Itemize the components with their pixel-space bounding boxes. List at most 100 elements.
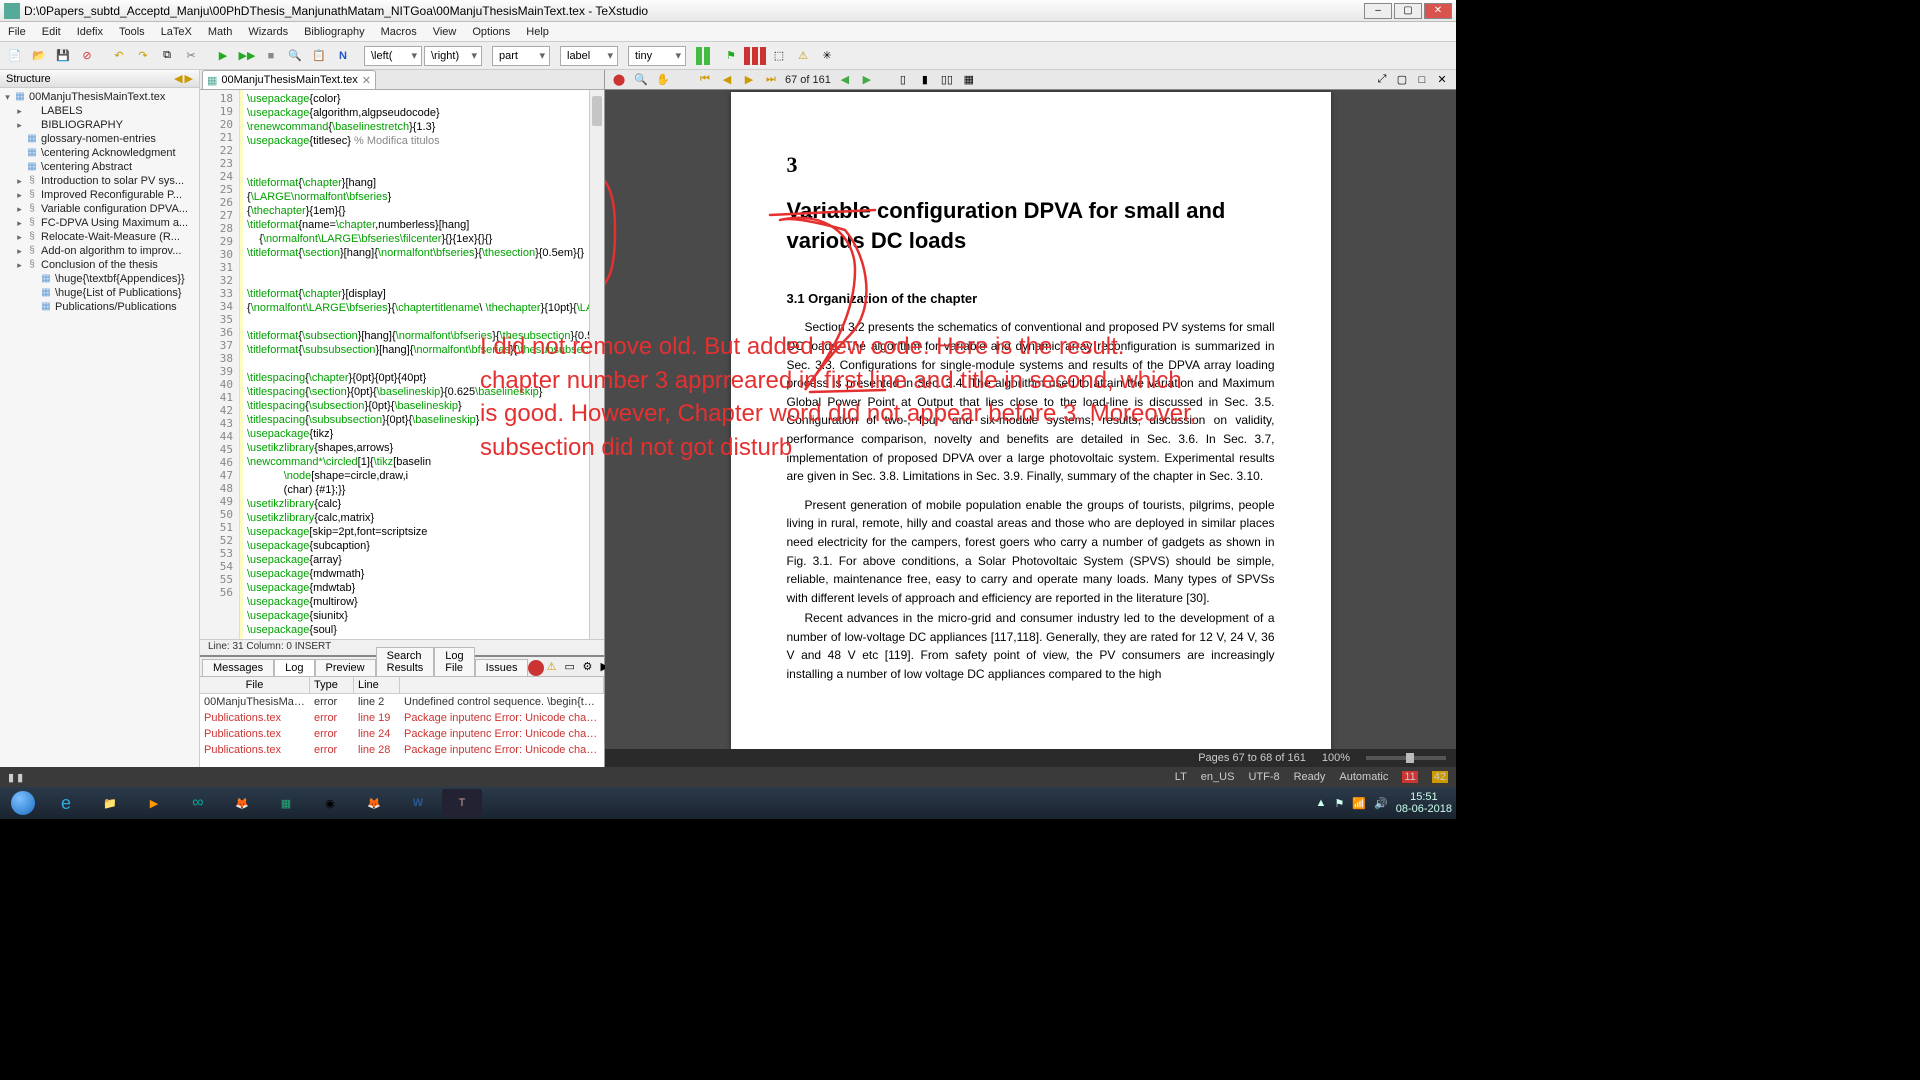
red2-button[interactable] — [752, 47, 758, 65]
viewer-next-icon[interactable]: ▶ — [741, 72, 757, 88]
tray-net-icon[interactable]: 📶 — [1352, 797, 1366, 810]
menu-macros[interactable]: Macros — [373, 24, 425, 40]
tray-up-icon[interactable]: ▲ — [1316, 797, 1327, 809]
log-row[interactable]: 00ManjuThesisMainText.bblerrorline 2Unde… — [200, 694, 604, 710]
pdf-page-area[interactable]: 3 Variable configuration DPVA for small … — [605, 90, 1456, 749]
close-file-button[interactable]: ⊘ — [76, 45, 98, 67]
start-button[interactable] — [4, 789, 42, 817]
log-row[interactable]: Publications.texerrorline 19Package inpu… — [200, 710, 604, 726]
system-tray[interactable]: ▲ ⚑ 📶 🔊 15:5108-06-2018 — [1316, 791, 1452, 815]
menu-tools[interactable]: Tools — [111, 24, 153, 40]
taskbar-arduino[interactable]: ∞ — [178, 789, 218, 817]
status-locale[interactable]: en_US — [1201, 771, 1235, 783]
tree-node[interactable]: ▸Improved Reconfigurable P... — [0, 188, 199, 202]
viewer-max-icon[interactable]: □ — [1414, 72, 1430, 88]
open-file-button[interactable]: 📂 — [28, 45, 50, 67]
tree-node[interactable]: ▸Relocate-Wait-Measure (R... — [0, 230, 199, 244]
tree-node[interactable]: ▸Add-on algorithm to improv... — [0, 244, 199, 258]
editor-scrollbar[interactable] — [589, 90, 604, 639]
new-file-button[interactable]: 📄 — [4, 45, 26, 67]
struct-next-icon[interactable]: ▶ — [185, 72, 193, 85]
close-button[interactable]: ✕ — [1424, 3, 1452, 19]
viewer-prev-icon[interactable]: ◀ — [719, 72, 735, 88]
tree-node[interactable]: \centering Abstract — [0, 160, 199, 174]
tree-node[interactable]: \huge{List of Publications} — [0, 286, 199, 300]
log-box-icon[interactable]: ▭ — [564, 660, 580, 676]
tree-node[interactable]: glossary-nomen-entries — [0, 132, 199, 146]
tree-node[interactable]: ▸Introduction to solar PV sys... — [0, 174, 199, 188]
viewer-sync-icon[interactable]: ⬤ — [611, 72, 627, 88]
log-tab-messages[interactable]: Messages — [202, 659, 274, 676]
menu-edit[interactable]: Edit — [34, 24, 69, 40]
build-view-button[interactable]: ▶▶ — [236, 45, 258, 67]
build-button[interactable]: ▶ — [212, 45, 234, 67]
maximize-button[interactable]: ▢ — [1394, 3, 1422, 19]
log-row[interactable]: Publications.texerrorline 28Package inpu… — [200, 742, 604, 758]
log-tab-log[interactable]: Log — [274, 659, 314, 676]
menu-help[interactable]: Help — [518, 24, 557, 40]
tray-clock[interactable]: 15:5108-06-2018 — [1396, 791, 1452, 815]
size-select[interactable]: tiny — [628, 46, 686, 66]
misc2-button[interactable]: ⚠ — [792, 45, 814, 67]
menu-bibliography[interactable]: Bibliography — [296, 24, 373, 40]
viewer-back-icon[interactable]: ◀ — [837, 72, 853, 88]
flag-button[interactable]: ⚑ — [720, 45, 742, 67]
tree-node[interactable]: ▸Variable configuration DPVA... — [0, 202, 199, 216]
viewer-single-icon[interactable]: ▯ — [895, 72, 911, 88]
viewer-fwd-icon[interactable]: ▶ — [859, 72, 875, 88]
redo-button[interactable]: ↷ — [132, 45, 154, 67]
taskbar-firefox2[interactable]: 🦊 — [354, 789, 394, 817]
misc1-button[interactable]: ⬚ — [768, 45, 790, 67]
viewer-cont-icon[interactable]: ▮ — [917, 72, 933, 88]
tree-node[interactable]: ▸BIBLIOGRAPHY — [0, 118, 199, 132]
file-tab[interactable]: ▦ 00ManjuThesisMainText.tex ✕ — [202, 70, 376, 89]
log-tab-issues[interactable]: Issues — [475, 659, 529, 676]
menu-view[interactable]: View — [425, 24, 465, 40]
tree-node[interactable]: \centering Acknowledgment — [0, 146, 199, 160]
red3-button[interactable] — [760, 47, 766, 65]
label-select[interactable]: label — [560, 46, 618, 66]
menu-file[interactable]: File — [0, 24, 34, 40]
status-auto[interactable]: Automatic — [1339, 771, 1388, 783]
tab-close-icon[interactable]: ✕ — [362, 74, 371, 87]
minimize-button[interactable]: – — [1364, 3, 1392, 19]
save-button[interactable]: 💾 — [52, 45, 74, 67]
view-pdf-button[interactable]: 🔍 — [284, 45, 306, 67]
taskbar-word[interactable]: W — [398, 789, 438, 817]
log-tab-search-results[interactable]: Search Results — [376, 647, 435, 676]
taskbar-ie[interactable]: e — [46, 789, 86, 817]
menu-math[interactable]: Math — [200, 24, 240, 40]
left-delim-select[interactable]: \left( — [364, 46, 422, 66]
status-enc[interactable]: UTF-8 — [1248, 771, 1279, 783]
viewer-first-icon[interactable]: ⏮ — [697, 72, 713, 88]
menu-idefix[interactable]: Idefix — [69, 24, 111, 40]
log-gear-icon[interactable]: ⚙ — [582, 660, 598, 676]
log-row[interactable]: Publications.texerrorline 24Package inpu… — [200, 726, 604, 742]
tree-node[interactable]: Publications/Publications — [0, 300, 199, 314]
copy-button[interactable]: ⧉ — [156, 45, 178, 67]
tray-vol-icon[interactable]: 🔊 — [1374, 797, 1388, 810]
tree-node[interactable]: ▸FC-DPVA Using Maximum a... — [0, 216, 199, 230]
taskbar-texstudio[interactable]: T — [442, 789, 482, 817]
log-tab-preview[interactable]: Preview — [315, 659, 376, 676]
struct-prev-icon[interactable]: ◀ — [174, 72, 182, 85]
tree-node[interactable]: ▾00ManjuThesisMainText.tex — [0, 90, 199, 104]
taskbar-excel[interactable]: ▦ — [266, 789, 306, 817]
undo-button[interactable]: ↶ — [108, 45, 130, 67]
taskbar-firefox1[interactable]: 🦊 — [222, 789, 262, 817]
viewer-close-icon[interactable]: ✕ — [1434, 72, 1450, 88]
menu-latex[interactable]: LaTeX — [153, 24, 200, 40]
tray-flag-icon[interactable]: ⚑ — [1334, 797, 1344, 810]
code-editor[interactable]: \usepackage{color} \usepackage{algorithm… — [243, 90, 604, 639]
taskbar-media[interactable]: ▶ — [134, 789, 174, 817]
viewer-windowed-icon[interactable]: ▢ — [1394, 72, 1410, 88]
right-delim-select[interactable]: \right) — [424, 46, 482, 66]
cut-button[interactable]: ✂ — [180, 45, 202, 67]
tree-node[interactable]: \huge{\textbf{Appendices}} — [0, 272, 199, 286]
part-select[interactable]: part — [492, 46, 550, 66]
log-rows[interactable]: 00ManjuThesisMainText.bblerrorline 2Unde… — [200, 694, 604, 758]
menu-wizards[interactable]: Wizards — [240, 24, 296, 40]
taskbar-explorer[interactable]: 📁 — [90, 789, 130, 817]
wizard-button[interactable]: N — [332, 45, 354, 67]
tree-node[interactable]: ▸LABELS — [0, 104, 199, 118]
